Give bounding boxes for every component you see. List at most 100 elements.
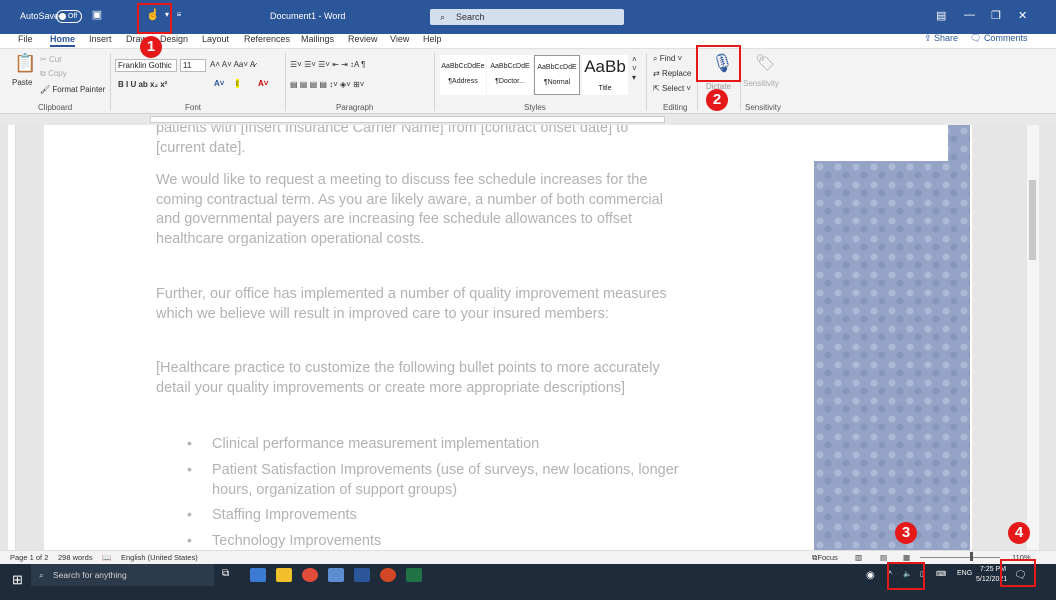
format-painter-label: Format Painter — [52, 85, 106, 94]
sensitivity-group-label: Sensitivity — [745, 103, 782, 112]
zoom-slider-thumb[interactable] — [970, 552, 973, 561]
minimize-icon[interactable]: — — [964, 9, 975, 21]
sensitivity-button[interactable]: 🏷 Sensitivity — [743, 51, 783, 97]
tab-mailings[interactable]: Mailings — [301, 34, 334, 44]
restore-icon[interactable]: ❐ — [991, 9, 1001, 22]
format-painter-button[interactable]: 🖌 Format Painter — [40, 85, 105, 94]
tab-view[interactable]: View — [390, 34, 409, 44]
word-count[interactable]: 298 words — [58, 553, 93, 562]
style-preview: AaBb — [584, 57, 626, 76]
clipboard-group-label: Clipboard — [38, 103, 73, 112]
paste-button[interactable]: Paste — [12, 78, 32, 87]
style-address[interactable]: AaBbCcDdEe ¶Address — [440, 55, 486, 95]
read-mode-icon[interactable]: ▥ — [855, 553, 862, 562]
save-icon[interactable]: ▣ — [90, 8, 104, 22]
page-count[interactable]: Page 1 of 2 — [10, 553, 48, 562]
taskbar-search-input[interactable]: ⌕ Search for anything — [31, 564, 214, 586]
paragraph-3[interactable]: Further, our office has implemented a nu… — [156, 285, 676, 324]
align-icons[interactable]: ▤ ▤ ▤ ▤ ↕˅ ◈˅ ⊞˅ — [290, 80, 364, 89]
language-indicator[interactable]: ENG — [957, 570, 972, 577]
bullet-item[interactable]: Technology Improvements — [212, 532, 682, 550]
excel-icon[interactable] — [406, 568, 422, 582]
styles-scroll-icon[interactable]: ˄ ˅ ▾ — [632, 55, 637, 82]
zoom-slider[interactable] — [920, 557, 1000, 558]
editing-group-label: Editing — [663, 103, 688, 112]
find-button[interactable]: ⌕ Find ˅ — [653, 54, 682, 64]
file-explorer-icon[interactable] — [276, 568, 292, 582]
font-name-box[interactable]: Franklin Gothic — [115, 59, 177, 72]
search-icon: ⌕ — [440, 12, 446, 22]
replace-button[interactable]: ⇄ Replace — [653, 69, 691, 78]
style-normal[interactable]: AaBbCcDdE ¶Normal — [534, 55, 580, 95]
cut-button[interactable]: ✂ Cut — [40, 55, 61, 64]
document-area: patients with [Insert Insurance Carrier … — [0, 125, 1056, 550]
copy-button[interactable]: ⧉ Copy — [40, 69, 67, 79]
decorative-header — [692, 125, 948, 161]
keyboard-icon[interactable]: ⌨ — [936, 570, 946, 578]
share-button[interactable]: ⇪ Share — [924, 33, 958, 44]
paragraph-2[interactable]: We would like to request a meeting to di… — [156, 171, 676, 249]
close-icon[interactable]: ✕ — [1018, 9, 1027, 22]
select-label: Select — [661, 84, 685, 93]
annotation-badge: 1 — [140, 36, 162, 58]
paste-icon[interactable]: 📋 — [14, 53, 36, 74]
divider — [434, 53, 435, 111]
autosave-toggle[interactable]: Off — [56, 10, 82, 23]
sensitivity-label: Sensitivity — [743, 79, 780, 88]
tab-home[interactable]: Home — [50, 34, 76, 47]
style-preview: AaBbCcDdEe — [441, 63, 485, 70]
ribbon-display-icon[interactable]: ▤ — [936, 9, 946, 22]
chrome-icon[interactable] — [302, 568, 318, 582]
windows-start-icon[interactable]: ⊞ — [12, 572, 26, 587]
list-icons[interactable]: ☰˅ ☰˅ ☰˅ ⇤ ⇥ ↕A ¶ — [290, 60, 365, 69]
vertical-ruler[interactable] — [8, 125, 16, 550]
web-layout-icon[interactable]: ▦ — [903, 553, 910, 562]
paragraph-4[interactable]: [Healthcare practice to customize the fo… — [156, 359, 676, 398]
tab-references[interactable]: References — [244, 34, 290, 44]
comments-button[interactable]: 🗨 Comments — [970, 33, 1027, 44]
focus-button[interactable]: ⧉Focus — [812, 553, 838, 563]
tab-file[interactable]: File — [18, 34, 33, 44]
word-taskbar-icon[interactable] — [354, 568, 370, 582]
task-view-icon[interactable]: ⧉ — [222, 568, 238, 582]
font-size-box[interactable]: 11 — [180, 59, 206, 72]
style-name: Title — [598, 85, 612, 92]
tab-design[interactable]: Design — [160, 34, 188, 44]
language[interactable]: English (United States) — [121, 553, 198, 562]
select-button[interactable]: ⇱ Select ˅ — [653, 84, 691, 93]
proofing-icon[interactable]: 📖 — [102, 553, 111, 562]
text-effects-icon[interactable]: A˅ — [214, 79, 224, 88]
style-doctor[interactable]: AaBbCcDdE ¶Doctor... — [487, 55, 533, 95]
paragraph-1[interactable]: patients with [Insert Insurance Carrier … — [156, 125, 676, 158]
ruler-bar — [150, 116, 665, 123]
highlight-icon[interactable]: ℓ — [236, 79, 239, 88]
annotation-badge: 4 — [1008, 522, 1030, 544]
print-layout-icon[interactable]: ▤ — [880, 553, 887, 562]
bullet-item[interactable]: Staffing Improvements — [212, 506, 682, 526]
divider — [285, 53, 286, 111]
app-tray-icon[interactable]: ◉ — [866, 570, 875, 581]
app-icon[interactable] — [250, 568, 266, 582]
tab-layout[interactable]: Layout — [202, 34, 229, 44]
search-input[interactable]: ⌕ Search — [430, 9, 624, 25]
style-name: ¶Normal — [543, 79, 571, 86]
powerpoint-icon[interactable] — [380, 568, 396, 582]
vertical-scrollbar[interactable] — [1027, 125, 1039, 550]
grow-shrink-font-icon[interactable]: A˄ A˅ Aa˅ A̷ — [210, 60, 255, 69]
horizontal-ruler[interactable] — [0, 114, 1056, 125]
tab-insert[interactable]: Insert — [89, 34, 112, 44]
scrollbar-thumb[interactable] — [1029, 180, 1036, 260]
tab-review[interactable]: Review — [348, 34, 378, 44]
customize-toolbar-icon[interactable]: ≡ — [172, 8, 186, 22]
app-icon[interactable] — [328, 568, 344, 582]
document-page[interactable]: patients with [Insert Insurance Carrier … — [44, 125, 972, 550]
text-format-icons[interactable]: B I U ab x₂ x² — [118, 80, 167, 89]
annotation-badge: 3 — [895, 522, 917, 544]
style-title[interactable]: AaBb Title — [582, 55, 628, 95]
bullet-item[interactable]: Patient Satisfaction Improvements (use o… — [212, 461, 682, 500]
tab-help[interactable]: Help — [423, 34, 442, 44]
font-color-icon[interactable]: A˅ — [258, 79, 268, 88]
bullet-item[interactable]: Clinical performance measurement impleme… — [212, 435, 682, 455]
copy-label: Copy — [47, 69, 67, 78]
annotation-box — [1000, 559, 1036, 587]
